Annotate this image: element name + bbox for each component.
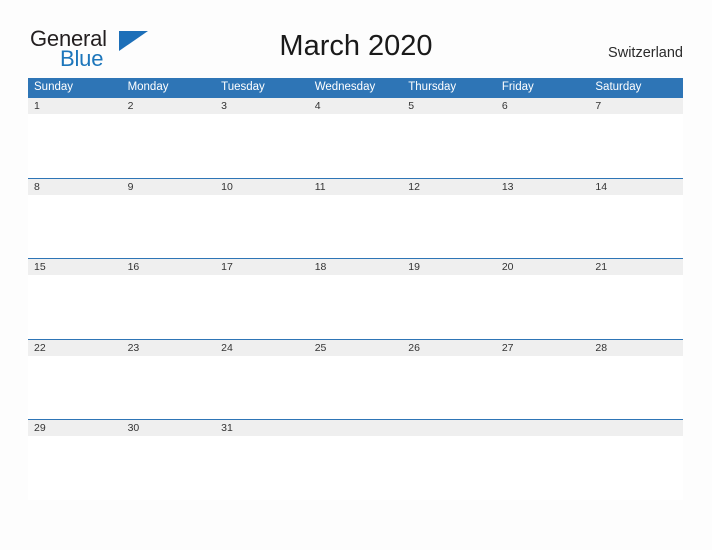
date-number[interactable]: 12 — [402, 179, 496, 195]
date-number-empty — [309, 420, 403, 436]
day-note-cell[interactable] — [215, 195, 309, 258]
day-note-cell[interactable] — [309, 275, 403, 338]
date-number[interactable]: 9 — [122, 179, 216, 195]
date-number-empty — [402, 420, 496, 436]
day-note-cell[interactable] — [309, 114, 403, 177]
day-note-cell[interactable] — [215, 275, 309, 338]
day-note-cell[interactable] — [28, 356, 122, 419]
weekday-header-row: Sunday Monday Tuesday Wednesday Thursday… — [28, 78, 683, 97]
day-note-cell[interactable] — [496, 275, 590, 338]
day-note-cell[interactable] — [28, 436, 122, 499]
date-number[interactable]: 31 — [215, 420, 309, 436]
date-number[interactable]: 13 — [496, 179, 590, 195]
calendar-week-row: 15 16 17 18 19 20 21 — [28, 258, 683, 339]
day-note-cell[interactable] — [589, 356, 683, 419]
weekday-header-saturday: Saturday — [595, 81, 642, 93]
day-note-cell[interactable] — [122, 195, 216, 258]
day-note-cell[interactable] — [122, 275, 216, 338]
date-number[interactable]: 3 — [215, 98, 309, 114]
date-number[interactable]: 18 — [309, 259, 403, 275]
week-date-band: 8 9 10 11 12 13 14 — [28, 178, 683, 195]
weekday-header-sunday: Sunday — [34, 81, 74, 93]
day-note-cell[interactable] — [215, 436, 309, 499]
day-note-cell[interactable] — [122, 114, 216, 177]
date-number[interactable]: 1 — [28, 98, 122, 114]
week-date-band: 15 16 17 18 19 20 21 — [28, 259, 683, 275]
date-number[interactable]: 16 — [122, 259, 216, 275]
date-number[interactable]: 28 — [589, 340, 683, 356]
date-number[interactable]: 29 — [28, 420, 122, 436]
date-number[interactable]: 30 — [122, 420, 216, 436]
day-note-cell[interactable] — [496, 195, 590, 258]
day-note-cell[interactable] — [589, 275, 683, 338]
day-note-cell[interactable] — [28, 195, 122, 258]
day-note-cell[interactable] — [496, 356, 590, 419]
week-note-area — [28, 195, 683, 258]
day-note-cell[interactable] — [402, 114, 496, 177]
day-note-cell[interactable] — [28, 114, 122, 177]
week-note-area — [28, 114, 683, 177]
day-note-cell[interactable] — [402, 275, 496, 338]
date-number[interactable]: 6 — [496, 98, 590, 114]
week-note-area — [28, 356, 683, 419]
day-note-cell-empty — [496, 436, 590, 499]
day-note-cell-empty — [402, 436, 496, 499]
day-note-cell[interactable] — [122, 356, 216, 419]
calendar-week-row: 8 9 10 11 12 13 14 — [28, 177, 683, 258]
date-number[interactable]: 15 — [28, 259, 122, 275]
date-number[interactable]: 5 — [402, 98, 496, 114]
day-note-cell[interactable] — [309, 356, 403, 419]
date-number[interactable]: 11 — [309, 179, 403, 195]
date-number-empty — [496, 420, 590, 436]
calendar-table: Sunday Monday Tuesday Wednesday Thursday… — [28, 78, 683, 500]
calendar-week-row: 22 23 24 25 26 27 28 — [28, 338, 683, 419]
week-date-band: 22 23 24 25 26 27 28 — [28, 339, 683, 356]
day-note-cell-empty — [309, 436, 403, 499]
weekday-header-monday: Monday — [127, 81, 169, 93]
day-note-cell[interactable] — [589, 114, 683, 177]
day-note-cell-empty — [589, 436, 683, 499]
date-number[interactable]: 14 — [589, 179, 683, 195]
calendar-week-row: 29 30 31 — [28, 419, 683, 500]
day-note-cell[interactable] — [402, 195, 496, 258]
day-note-cell[interactable] — [215, 356, 309, 419]
weekday-header-tuesday: Tuesday — [221, 81, 265, 93]
date-number[interactable]: 10 — [215, 179, 309, 195]
day-note-cell[interactable] — [215, 114, 309, 177]
day-note-cell[interactable] — [28, 275, 122, 338]
date-number[interactable]: 25 — [309, 340, 403, 356]
date-number[interactable]: 8 — [28, 179, 122, 195]
calendar-week-row: 1 2 3 4 5 6 7 — [28, 97, 683, 178]
date-number[interactable]: 22 — [28, 340, 122, 356]
week-note-area — [28, 275, 683, 338]
weekday-header-wednesday: Wednesday — [314, 81, 376, 93]
weekday-header-friday: Friday — [501, 81, 534, 93]
date-number[interactable]: 2 — [122, 98, 216, 114]
day-note-cell[interactable] — [589, 195, 683, 258]
date-number[interactable]: 26 — [402, 340, 496, 356]
week-date-band: 1 2 3 4 5 6 7 — [28, 98, 683, 114]
week-date-band: 29 30 31 — [28, 420, 683, 436]
week-note-area — [28, 436, 683, 499]
date-number[interactable]: 27 — [496, 340, 590, 356]
day-note-cell[interactable] — [122, 436, 216, 499]
weekday-header-thursday: Thursday — [408, 81, 457, 93]
date-number[interactable]: 17 — [215, 259, 309, 275]
date-number[interactable]: 20 — [496, 259, 590, 275]
page-title: March 2020 — [279, 30, 433, 62]
day-note-cell[interactable] — [402, 356, 496, 419]
date-number[interactable]: 19 — [402, 259, 496, 275]
day-note-cell[interactable] — [496, 114, 590, 177]
date-number[interactable]: 4 — [309, 98, 403, 114]
date-number[interactable]: 24 — [215, 340, 309, 356]
date-number-empty — [589, 420, 683, 436]
country-label: Switzerland — [608, 45, 683, 61]
page-header: General Blue March 2020 Switzerland — [0, 0, 712, 78]
date-number[interactable]: 7 — [589, 98, 683, 114]
day-note-cell[interactable] — [309, 195, 403, 258]
date-number[interactable]: 21 — [589, 259, 683, 275]
date-number[interactable]: 23 — [122, 340, 216, 356]
